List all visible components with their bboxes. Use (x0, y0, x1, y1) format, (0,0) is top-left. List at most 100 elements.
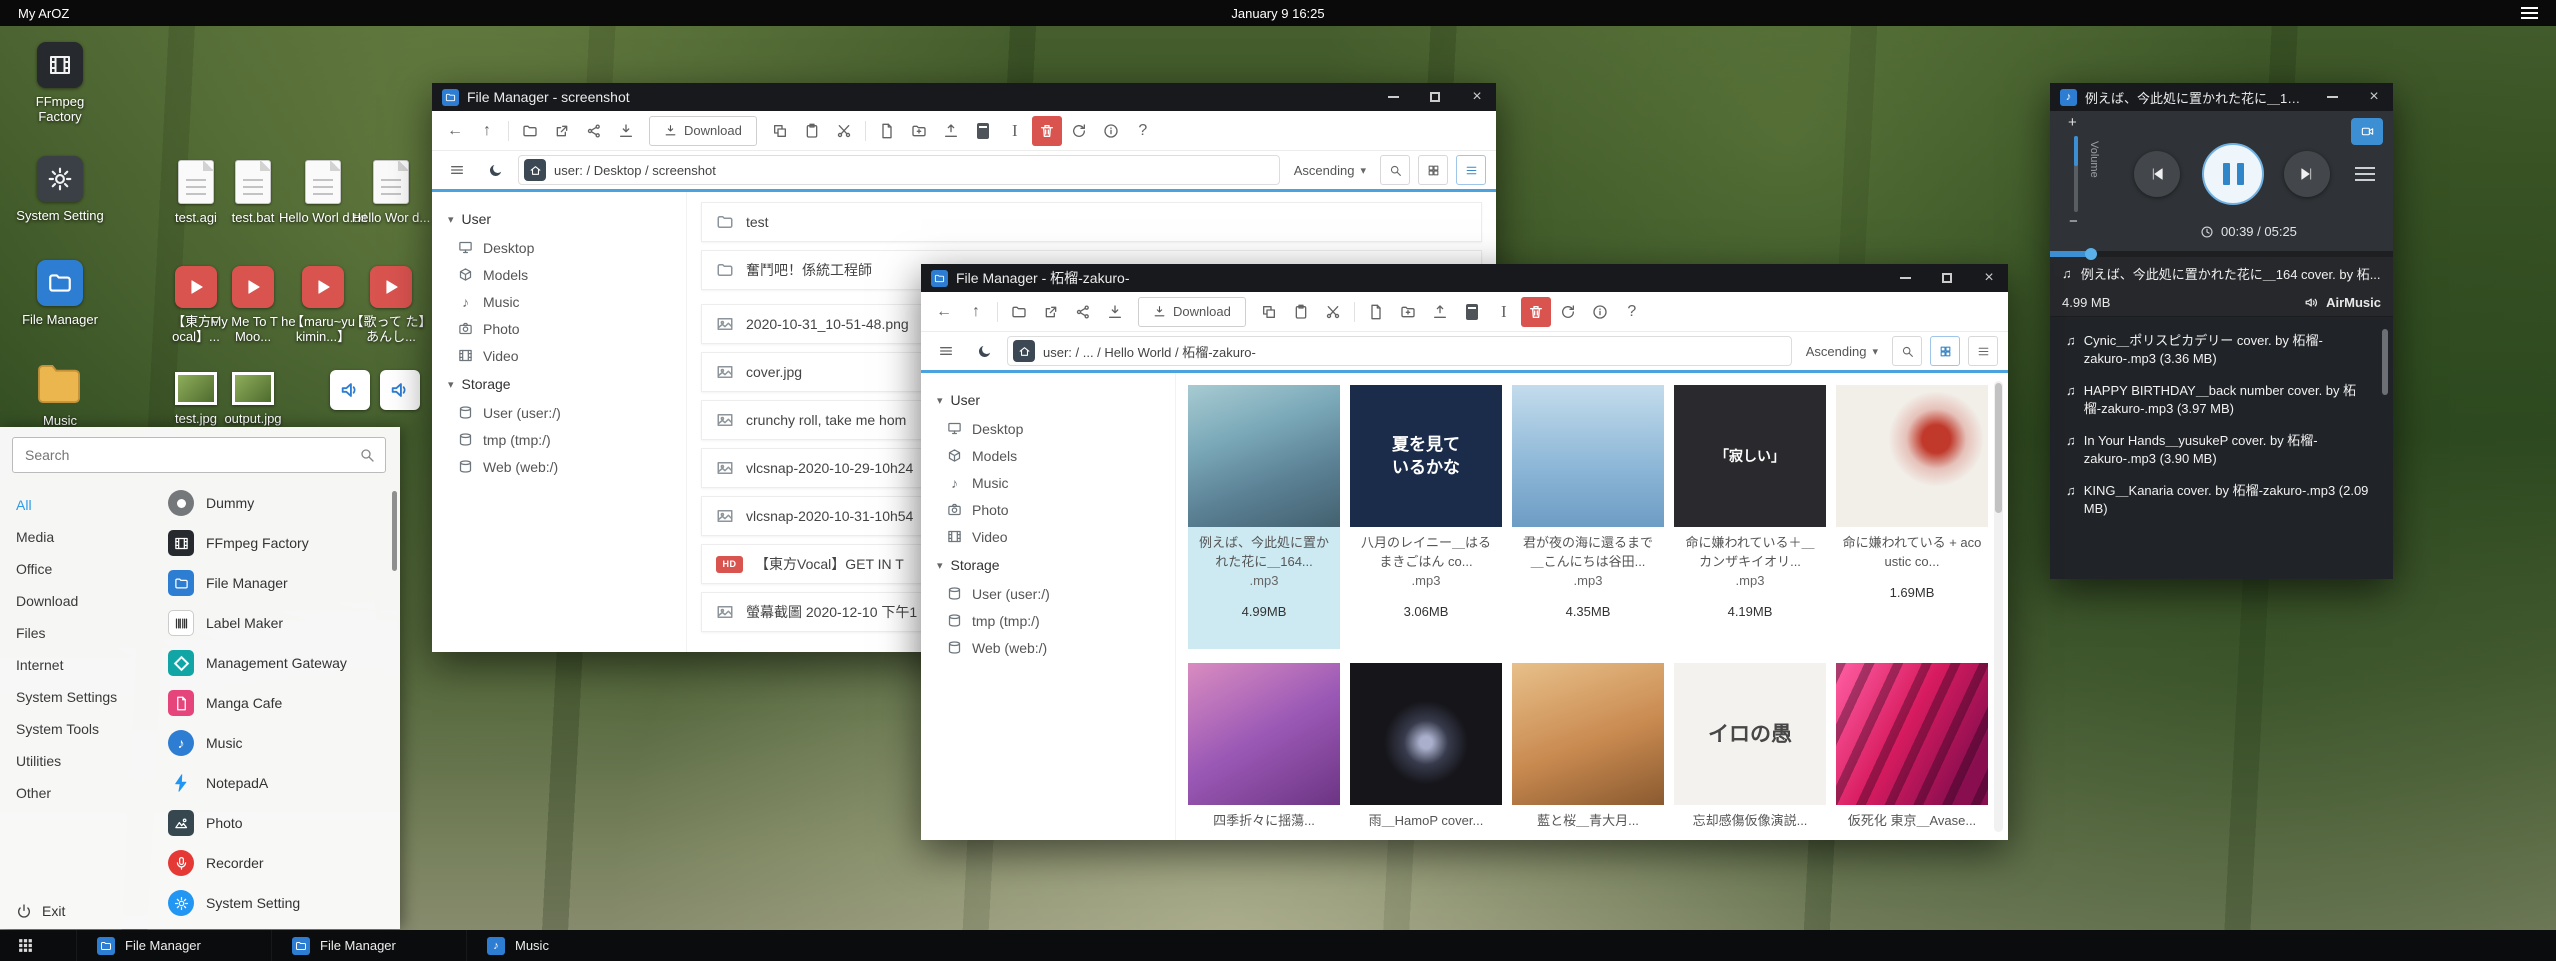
file-tile[interactable]: 藍と桜＿青大月... (1512, 663, 1664, 840)
sidebar-item-desktop[interactable]: Desktop (448, 234, 686, 261)
dark-mode-button[interactable] (480, 155, 510, 185)
app-item-ffmpeg-factory[interactable]: FFmpeg Factory (162, 523, 388, 563)
category-utilities[interactable]: Utilities (0, 745, 152, 777)
sort-dropdown[interactable]: Ascending▾ (1806, 344, 1878, 359)
file-row[interactable]: test (701, 202, 1482, 242)
sidebar-item-web-drive[interactable]: Web (web:/) (448, 453, 686, 480)
copy-button[interactable] (1254, 297, 1284, 327)
new-folder-button[interactable] (1393, 297, 1423, 327)
cut-button[interactable] (829, 116, 859, 146)
playlist-item[interactable]: ♫In Your Hands＿yusukeP cover. by 柘榴-zaku… (2060, 425, 2377, 475)
breadcrumb[interactable]: user: / ... / Hello World / 柘榴-zakuro- (1007, 336, 1792, 366)
desktop-file-image[interactable]: output.jpg (205, 372, 301, 426)
sidebar-item-models[interactable]: Models (448, 261, 686, 288)
up-button[interactable]: ↑ (961, 297, 991, 327)
category-download[interactable]: Download (0, 585, 152, 617)
app-item-label-maker[interactable]: Label Maker (162, 603, 388, 643)
dark-mode-button[interactable] (969, 336, 999, 366)
close-button[interactable]: × (1460, 83, 1494, 111)
sidebar-item-web-drive[interactable]: Web (web:/) (937, 634, 1175, 661)
mount-button[interactable] (968, 116, 998, 146)
help-button[interactable]: ? (1617, 297, 1647, 327)
playlist-item[interactable]: ♫KING＿Kanaria cover. by 柘榴-zakuro-.mp3 (… (2060, 475, 2377, 525)
download-button[interactable]: Download (1138, 297, 1246, 327)
menu-button[interactable] (442, 155, 472, 185)
list-view-button[interactable] (1968, 336, 1998, 366)
file-tile[interactable]: 仮死化 東京＿Avase... (1836, 663, 1988, 840)
minimize-button[interactable] (2315, 83, 2349, 111)
back-button[interactable]: ← (929, 297, 959, 327)
open-in-new-button[interactable] (547, 116, 577, 146)
category-other[interactable]: Other (0, 777, 152, 809)
rename-button[interactable]: I (1000, 116, 1030, 146)
sidebar-item-photo[interactable]: Photo (937, 496, 1175, 523)
taskbar-item-file-manager[interactable]: File Manager (76, 930, 271, 961)
grid-view-button[interactable] (1930, 336, 1960, 366)
info-button[interactable] (1585, 297, 1615, 327)
breadcrumb[interactable]: user: / Desktop / screenshot (518, 155, 1280, 185)
copy-button[interactable] (765, 116, 795, 146)
file-tile[interactable]: 「寂しい」 命に嫌われている＋＿カンザキイオリ... .mp3 4.19MB (1674, 385, 1826, 649)
next-track-button[interactable] (2284, 151, 2330, 197)
search-button[interactable] (1892, 336, 1922, 366)
file-tile[interactable]: イロの愚 忘却感傷仮像演説... (1674, 663, 1826, 840)
close-button[interactable]: × (2357, 83, 2391, 111)
desktop-icon-ffmpeg-factory[interactable]: FFmpeg Factory (12, 42, 108, 124)
player-menu-icon[interactable] (2355, 167, 2375, 181)
taskbar-item-file-manager[interactable]: File Manager (271, 930, 466, 961)
file-tile[interactable]: 雨＿HamoP cover... (1350, 663, 1502, 840)
download-button[interactable]: Download (649, 116, 757, 146)
search-button[interactable] (1380, 155, 1410, 185)
download-icon-button[interactable] (611, 116, 641, 146)
sidebar-item-music[interactable]: ♪Music (937, 469, 1175, 496)
sort-dropdown[interactable]: Ascending▾ (1294, 163, 1366, 178)
category-internet[interactable]: Internet (0, 649, 152, 681)
open-folder-button[interactable] (515, 116, 545, 146)
app-item-notepada[interactable]: NotepadA (162, 763, 388, 803)
title-bar[interactable]: File Manager - screenshot × (432, 83, 1496, 111)
minimize-button[interactable] (1376, 83, 1410, 111)
sidebar-section-storage[interactable]: ▾Storage (448, 369, 686, 399)
new-folder-button[interactable] (904, 116, 934, 146)
sidebar-item-desktop[interactable]: Desktop (937, 415, 1175, 442)
app-item-photo[interactable]: Photo (162, 803, 388, 843)
scrollbar[interactable] (1994, 381, 2003, 832)
volume-down-button[interactable]: − (2069, 213, 2078, 230)
playlist-item[interactable]: ♫Cynic＿ポリスピカデリー cover. by 柘榴-zakuro-.mp3… (2060, 325, 2377, 375)
upload-button[interactable] (1425, 297, 1455, 327)
taskbar-item-music[interactable]: ♪ Music (466, 930, 661, 961)
playlist-item[interactable]: ♫HAPPY BIRTHDAY＿back number cover. by 柘榴… (2060, 375, 2377, 425)
rename-button[interactable]: I (1489, 297, 1519, 327)
desktop-icon-system-setting[interactable]: System Setting (12, 156, 108, 223)
paste-button[interactable] (797, 116, 827, 146)
desktop-file-document[interactable]: Hello Wor d... (343, 160, 439, 225)
exit-button[interactable]: Exit (16, 903, 65, 919)
help-button[interactable]: ? (1128, 116, 1158, 146)
sidebar-item-user-drive[interactable]: User (user:/) (448, 399, 686, 426)
file-tile[interactable]: 命に嫌われている + acoustic co... 1.69MB (1836, 385, 1988, 649)
sidebar-section-storage[interactable]: ▾Storage (937, 550, 1175, 580)
progress-bar[interactable] (2050, 251, 2393, 257)
category-all[interactable]: All (0, 489, 152, 521)
share-button[interactable] (579, 116, 609, 146)
scrollbar-thumb[interactable] (1995, 383, 2002, 513)
scrollbar-thumb[interactable] (392, 491, 397, 571)
pause-button[interactable] (2202, 143, 2264, 205)
category-system-settings[interactable]: System Settings (0, 681, 152, 713)
category-system-tools[interactable]: System Tools (0, 713, 152, 745)
app-item-management-gateway[interactable]: Management Gateway (162, 643, 388, 683)
up-button[interactable]: ↑ (472, 116, 502, 146)
cast-button[interactable] (2351, 118, 2383, 145)
app-item-system-setting[interactable]: System Setting (162, 883, 388, 923)
sidebar-item-music[interactable]: ♪Music (448, 288, 686, 315)
app-grid-button[interactable] (0, 930, 50, 961)
sidebar-item-photo[interactable]: Photo (448, 315, 686, 342)
app-item-recorder[interactable]: Recorder (162, 843, 388, 883)
desktop-icon-music-folder[interactable]: Music (12, 364, 108, 428)
new-file-button[interactable] (1361, 297, 1391, 327)
app-item-manga-cafe[interactable]: Manga Cafe (162, 683, 388, 723)
desktop-file-video[interactable]: 【歌って た】あんし... (343, 266, 439, 344)
brand-label[interactable]: My ArOZ (18, 6, 69, 21)
search-input[interactable] (12, 437, 386, 473)
new-file-button[interactable] (872, 116, 902, 146)
